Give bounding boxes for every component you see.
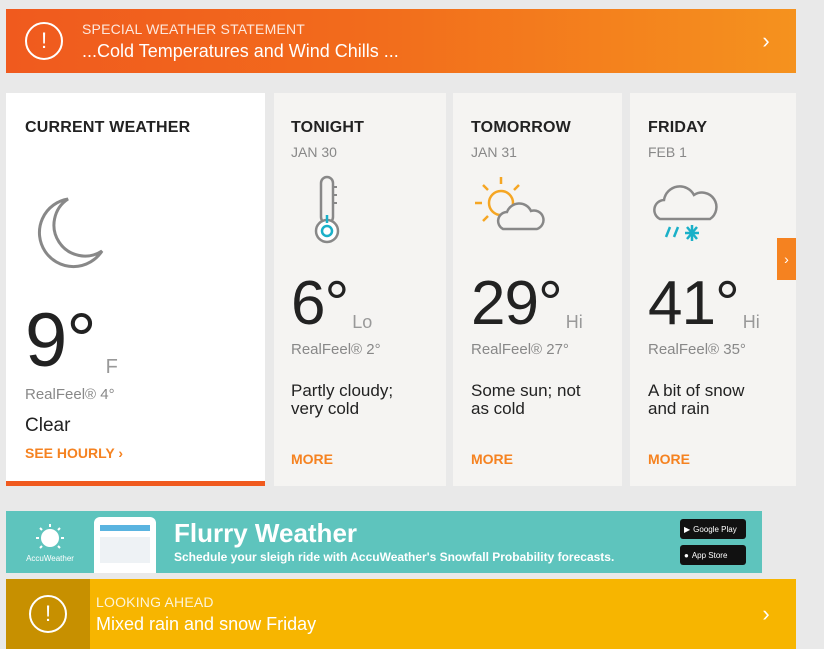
google-play-badge[interactable]: ▶ Google Play (680, 519, 746, 539)
alert-label: SPECIAL WEATHER STATEMENT (82, 20, 306, 37)
current-temperature: 9° F (25, 303, 118, 379)
app-store-badges: ▶ Google Play ● App Store (680, 519, 762, 565)
more-link[interactable]: MORE (648, 451, 690, 467)
snow-rain-cloud-icon (650, 181, 720, 252)
realfeel-value: RealFeel® 27° (471, 341, 569, 358)
card-title: TONIGHT (291, 119, 365, 136)
realfeel-value: RealFeel® 35° (648, 341, 746, 358)
card-date: JAN 30 (291, 144, 337, 160)
alert-label: LOOKING AHEAD (96, 593, 214, 610)
realfeel-value: RealFeel® 2° (291, 341, 381, 358)
phone-illustration (94, 517, 156, 573)
card-title: FRIDAY (648, 119, 708, 136)
temperature-value: 6° (291, 269, 349, 338)
special-weather-statement-banner[interactable]: ! SPECIAL WEATHER STATEMENT ...Cold Temp… (6, 9, 796, 73)
accuweather-logo: AccuWeather (6, 511, 94, 573)
forecast-card-tonight[interactable]: TONIGHT JAN 30 6° Lo RealFeel® 2° Partly… (274, 93, 446, 486)
see-hourly-label: SEE HOURLY (25, 445, 115, 461)
ad-tagline: Schedule your sleigh ride with AccuWeath… (174, 550, 615, 564)
chevron-right-icon: › (784, 251, 789, 267)
ad-copy: Flurry Weather Schedule your sleigh ride… (174, 520, 680, 564)
temperature-qualifier: Hi (742, 312, 760, 332)
play-icon: ▶ (684, 524, 691, 534)
alert-icon-container: ! (6, 579, 90, 649)
moon-icon (28, 193, 108, 278)
alert-text: SPECIAL WEATHER STATEMENT ...Cold Temper… (82, 21, 736, 62)
temperature-value: 41° (648, 269, 740, 338)
alert-icon-container: ! (6, 9, 82, 73)
exclamation-icon: ! (25, 22, 63, 60)
see-hourly-link[interactable]: SEE HOURLY › (25, 445, 123, 461)
temperature-qualifier: Lo (352, 312, 373, 332)
flurry-weather-ad[interactable]: AccuWeather Flurry Weather Schedule your… (6, 511, 762, 573)
card-title: CURRENT WEATHER (25, 119, 191, 136)
current-weather-card[interactable]: CURRENT WEATHER 9° F RealFeel® 4° Clear … (6, 93, 265, 486)
alert-title: Mixed rain and snow Friday (96, 613, 317, 634)
forecast-temperature: 29° Hi (471, 273, 583, 335)
forecast-temperature: 6° Lo (291, 273, 372, 335)
realfeel-value: RealFeel® 4° (25, 386, 115, 403)
next-days-arrow-button[interactable]: › (777, 238, 796, 280)
forecast-temperature: 41° Hi (648, 273, 760, 335)
alert-text: LOOKING AHEAD Mixed rain and snow Friday (90, 594, 736, 635)
sun-logo-icon (36, 523, 64, 549)
exclamation-icon: ! (29, 595, 67, 633)
chevron-right-icon[interactable]: › (736, 601, 796, 627)
more-link[interactable]: MORE (471, 451, 513, 467)
google-play-label: Google Play (693, 524, 737, 534)
ad-brand: AccuWeather (26, 553, 74, 563)
forecast-phrase: Partly cloudy; very cold (291, 381, 394, 418)
sun-cloud-icon (469, 173, 549, 244)
condition-text: Clear (25, 415, 71, 436)
card-date: FEB 1 (648, 144, 687, 160)
app-store-label: App Store (691, 550, 728, 560)
more-link[interactable]: MORE (291, 451, 333, 467)
card-date: JAN 31 (471, 144, 517, 160)
ad-headline: Flurry Weather (174, 518, 358, 548)
chevron-right-icon: › (118, 445, 124, 461)
forecast-card-tomorrow[interactable]: TOMORROW JAN 31 29° Hi RealFeel® 27° Som… (453, 93, 622, 486)
temperature-value: 9° (25, 298, 97, 383)
apple-icon: ● (684, 550, 689, 560)
temperature-value: 29° (471, 269, 563, 338)
card-title: TOMORROW (471, 119, 571, 136)
alert-title: ...Cold Temperatures and Wind Chills ... (82, 40, 399, 61)
temperature-unit: F (105, 356, 118, 378)
forecast-phrase: Some sun; not as cold (471, 381, 581, 418)
chevron-right-icon[interactable]: › (736, 28, 796, 54)
temperature-qualifier: Hi (565, 312, 583, 332)
looking-ahead-banner[interactable]: ! LOOKING AHEAD Mixed rain and snow Frid… (6, 579, 796, 649)
app-store-badge[interactable]: ● App Store (680, 545, 746, 565)
forecast-phrase: A bit of snow and rain (648, 381, 745, 418)
forecast-card-friday[interactable]: FRIDAY FEB 1 41° Hi RealFeel® 35° A bit … (630, 93, 796, 486)
thermometer-cold-icon (312, 175, 342, 250)
